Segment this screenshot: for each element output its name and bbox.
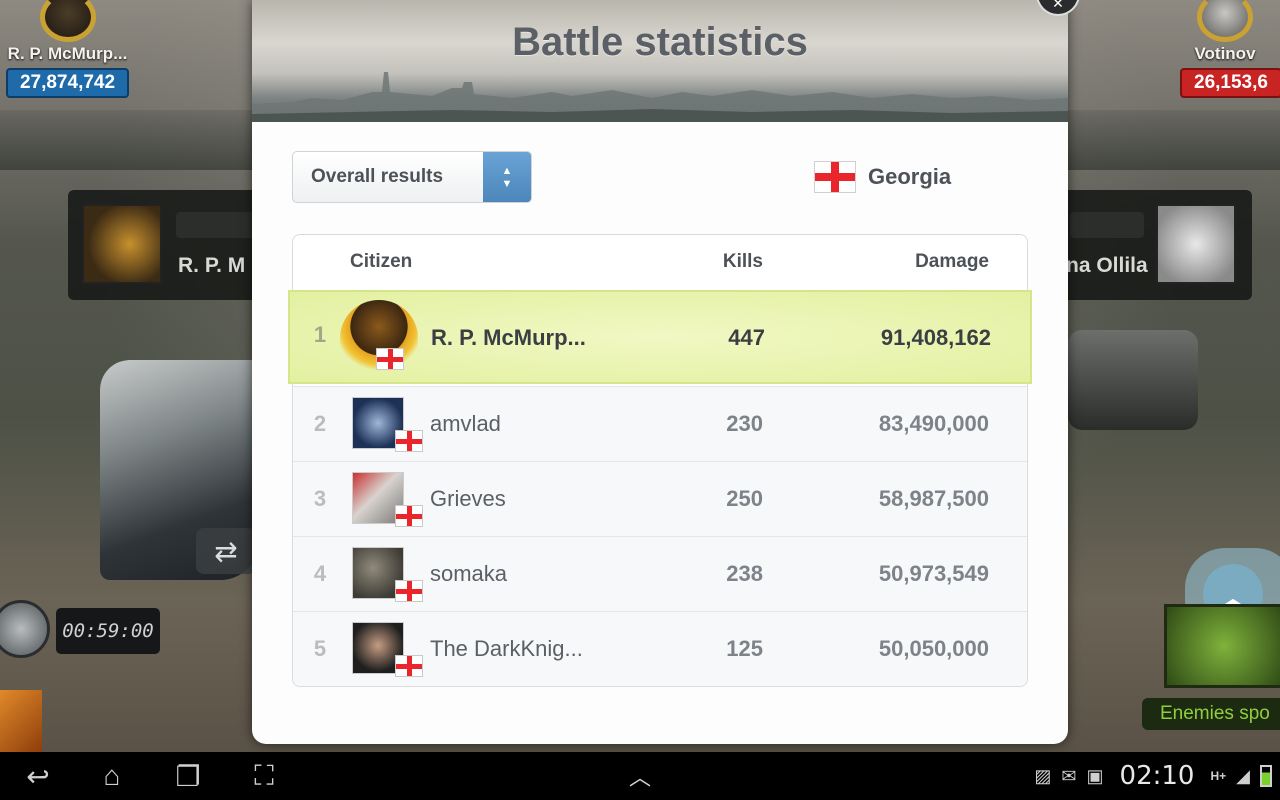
row-rank: 2 [313,411,327,436]
select-arrows-icon: ▲ ▼ [483,152,531,202]
clock: 02:10 [1119,761,1195,791]
right-hero-panel[interactable]: na Ollila [1040,190,1252,300]
georgia-flag-icon [395,580,423,602]
row-rank: 5 [313,636,327,661]
statistics-table: Citizen Kills Damage 1 R. P. McMurp... 4… [288,234,1032,687]
citizen-name[interactable]: Grieves [430,486,506,512]
status-icons[interactable]: ▨ ✉ ▣ 02:10 H+ ◢ [1034,760,1272,792]
table-header: Citizen Kills Damage [293,235,1027,289]
right-hero-name: na Ollila [1066,254,1148,277]
georgia-flag-icon [814,161,856,193]
results-filter-select[interactable]: Overall results ▲ ▼ [292,151,532,203]
georgia-flag-icon [376,348,404,370]
left-hero-panel[interactable]: R. P. M [68,190,268,300]
system-navigation-bar: ↩ ⌂ ❐ ⛶ ︿ ▨ ✉ ▣ 02:10 H+ ◢ [0,752,1280,800]
left-hero-avatar [82,204,162,284]
column-header-kills: Kills [722,251,763,272]
damage-value: 50,973,549 [878,561,989,586]
filter-selected-value: Overall results [311,166,444,187]
damage-value: 83,490,000 [878,411,989,436]
column-header-damage: Damage [915,251,989,272]
georgia-flag-icon [395,505,423,527]
table-row[interactable]: 4 somaka 238 50,973,549 [293,536,1027,611]
kills-value: 447 [728,325,765,350]
left-player-info[interactable]: R. P. McMurp... 27,874,742 [0,0,135,98]
network-type-icon: H+ [1210,769,1227,783]
right-player-score: 26,153,6 [1180,68,1280,98]
table-row[interactable]: 2 amvlad 230 83,490,000 [293,386,1027,461]
table-row[interactable]: 5 The DarkKnig... 125 50,050,000 [293,611,1027,686]
georgia-flag-icon [395,655,423,677]
column-header-citizen: Citizen [350,251,413,272]
citizen-name[interactable]: amvlad [430,411,501,437]
right-hero-progress-bar [1070,212,1144,238]
mail-icon: ✉ [1061,765,1077,786]
country-name: Georgia [868,164,952,189]
signal-icon: ◢ [1236,765,1250,786]
battle-statistics-modal: Battle statistics Overall results ▲ ▼ Geo… [252,0,1068,744]
row-rank: 3 [313,486,327,511]
table-row[interactable]: 3 Grieves 250 58,987,500 [293,461,1027,536]
recent-apps-icon[interactable]: ❐ [166,760,210,792]
enemies-spotted-label: Enemies spo [1142,698,1280,730]
missile-button[interactable] [0,690,42,752]
table-row[interactable]: 1 R. P. McMurp... 447 91,408,162 [288,290,1032,384]
swap-arrows-icon: ⇄ [214,535,238,567]
kills-value: 250 [726,486,763,511]
battle-timer: 00:59:00 [0,600,162,662]
chevron-up-icon[interactable]: ︿ [620,760,660,792]
enemy-card[interactable] [1164,604,1280,688]
damage-value: 91,408,162 [880,325,991,350]
row-rank: 1 [313,322,327,347]
screenshot-icon[interactable]: ⛶ [244,760,284,792]
modal-header: Battle statistics [252,0,1068,122]
damage-value: 58,987,500 [878,486,989,511]
weapon-image [1068,330,1198,430]
left-hero-name: R. P. M [178,254,246,277]
swap-weapon-button[interactable]: ⇄ [196,528,256,574]
modal-title: Battle statistics [512,20,808,64]
kills-value: 125 [726,636,763,661]
right-player-avatar [1197,0,1253,42]
right-hero-avatar [1156,204,1236,284]
back-icon[interactable]: ↩ [18,760,58,792]
kills-value: 230 [726,411,763,436]
left-player-name: R. P. McMurp... [7,44,128,63]
row-rank: 4 [313,561,327,586]
battery-icon [1260,765,1272,787]
right-player-name: Votinov [1194,44,1256,63]
close-icon: ✕ [1052,0,1064,11]
left-player-avatar [39,0,96,42]
georgia-flag-icon [395,430,423,452]
rocket-icon[interactable] [0,600,50,658]
left-player-score: 27,874,742 [5,68,130,98]
citizen-name[interactable]: somaka [430,561,507,587]
citizen-name[interactable]: The DarkKnig... [430,636,583,662]
citizen-name[interactable]: R. P. McMurp... [431,325,586,351]
gallery-icon: ▨ [1034,765,1052,786]
home-icon[interactable]: ⌂ [90,760,134,792]
damage-value: 50,050,000 [878,636,989,661]
timer-text: 00:59:00 [56,608,160,654]
city-skyline-image [252,72,1068,122]
kills-value: 238 [726,561,763,586]
right-player-info[interactable]: Votinov 26,153,6 [1170,0,1280,98]
notification-icon: ▣ [1086,765,1104,786]
country-indicator[interactable]: Georgia [814,160,951,194]
